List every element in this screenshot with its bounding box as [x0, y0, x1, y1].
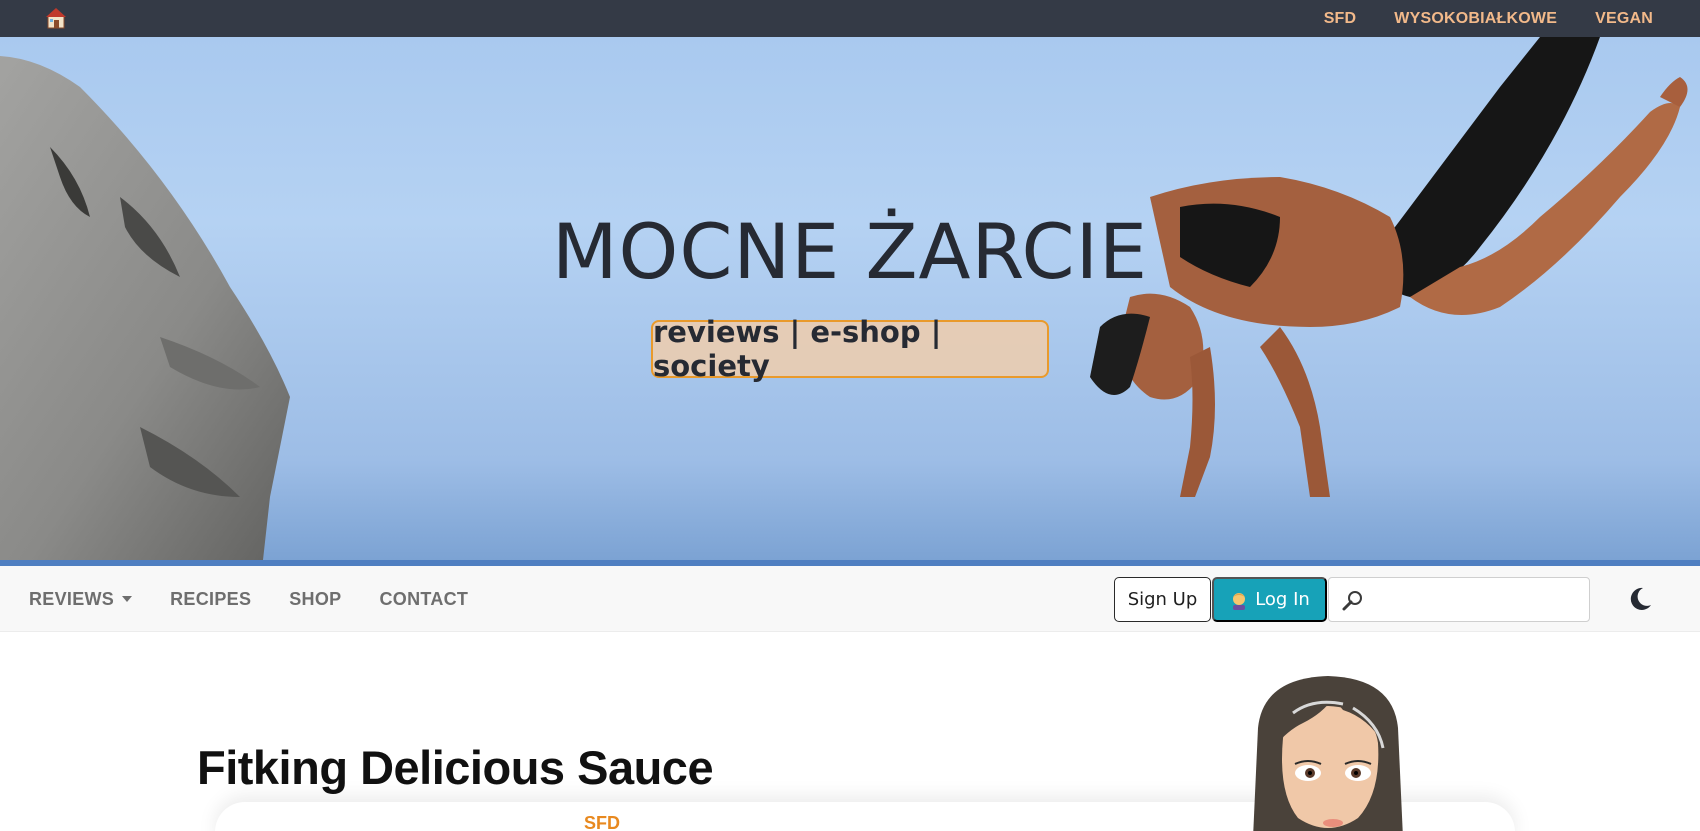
top-links: SFD WYSOKOBIAŁKOWE VEGAN: [1324, 0, 1653, 37]
nav-item-recipes-label: RECIPES: [170, 588, 252, 609]
nav-item-shop-label: SHOP: [289, 588, 342, 609]
hero-title: MOCNE ŻARCIE: [551, 207, 1149, 296]
user-icon: [1233, 592, 1246, 610]
top-link-sfd[interactable]: SFD: [1324, 10, 1357, 28]
moon-icon[interactable]: [1627, 586, 1653, 612]
home-icon[interactable]: [44, 6, 68, 30]
main-content: Fitking Delicious Sauce SFD: [0, 632, 1700, 831]
nav-item-contact[interactable]: CONTACT: [379, 589, 468, 610]
nav-menu: REVIEWS RECIPES SHOP CONTACT: [29, 566, 468, 632]
login-label: Log In: [1255, 589, 1310, 610]
nav-item-contact-label: CONTACT: [379, 588, 469, 609]
top-link-wysokobialkowe[interactable]: WYSOKOBIAŁKOWE: [1394, 10, 1557, 28]
nav-item-reviews-label: REVIEWS: [29, 588, 115, 609]
yoga-person-image: [1090, 37, 1688, 497]
top-bar: SFD WYSOKOBIAŁKOWE VEGAN: [0, 0, 1700, 37]
hero-banner: MOCNE ŻARCIE reviews | e-shop | society: [0, 37, 1700, 566]
search-box: [1328, 577, 1590, 622]
hero-subtitle: reviews | e-shop | society: [651, 315, 1049, 383]
article-title: Fitking Delicious Sauce: [197, 741, 714, 794]
nav-item-shop[interactable]: SHOP: [289, 589, 341, 610]
search-input[interactable]: [1371, 578, 1585, 621]
login-button[interactable]: Log In: [1212, 577, 1327, 622]
signup-button[interactable]: Sign Up: [1114, 577, 1211, 622]
category-tag[interactable]: SFD: [584, 813, 620, 831]
avatar: [1253, 676, 1403, 831]
nav-item-reviews[interactable]: REVIEWS: [29, 588, 133, 610]
caret-down-icon: [122, 596, 133, 602]
rock-image: [0, 56, 290, 566]
nav-item-recipes[interactable]: RECIPES: [170, 589, 251, 610]
search-icon: [1342, 591, 1362, 611]
main-navbar: REVIEWS RECIPES SHOP CONTACT Sign Up Log…: [0, 566, 1700, 632]
top-link-vegan[interactable]: VEGAN: [1595, 10, 1653, 28]
